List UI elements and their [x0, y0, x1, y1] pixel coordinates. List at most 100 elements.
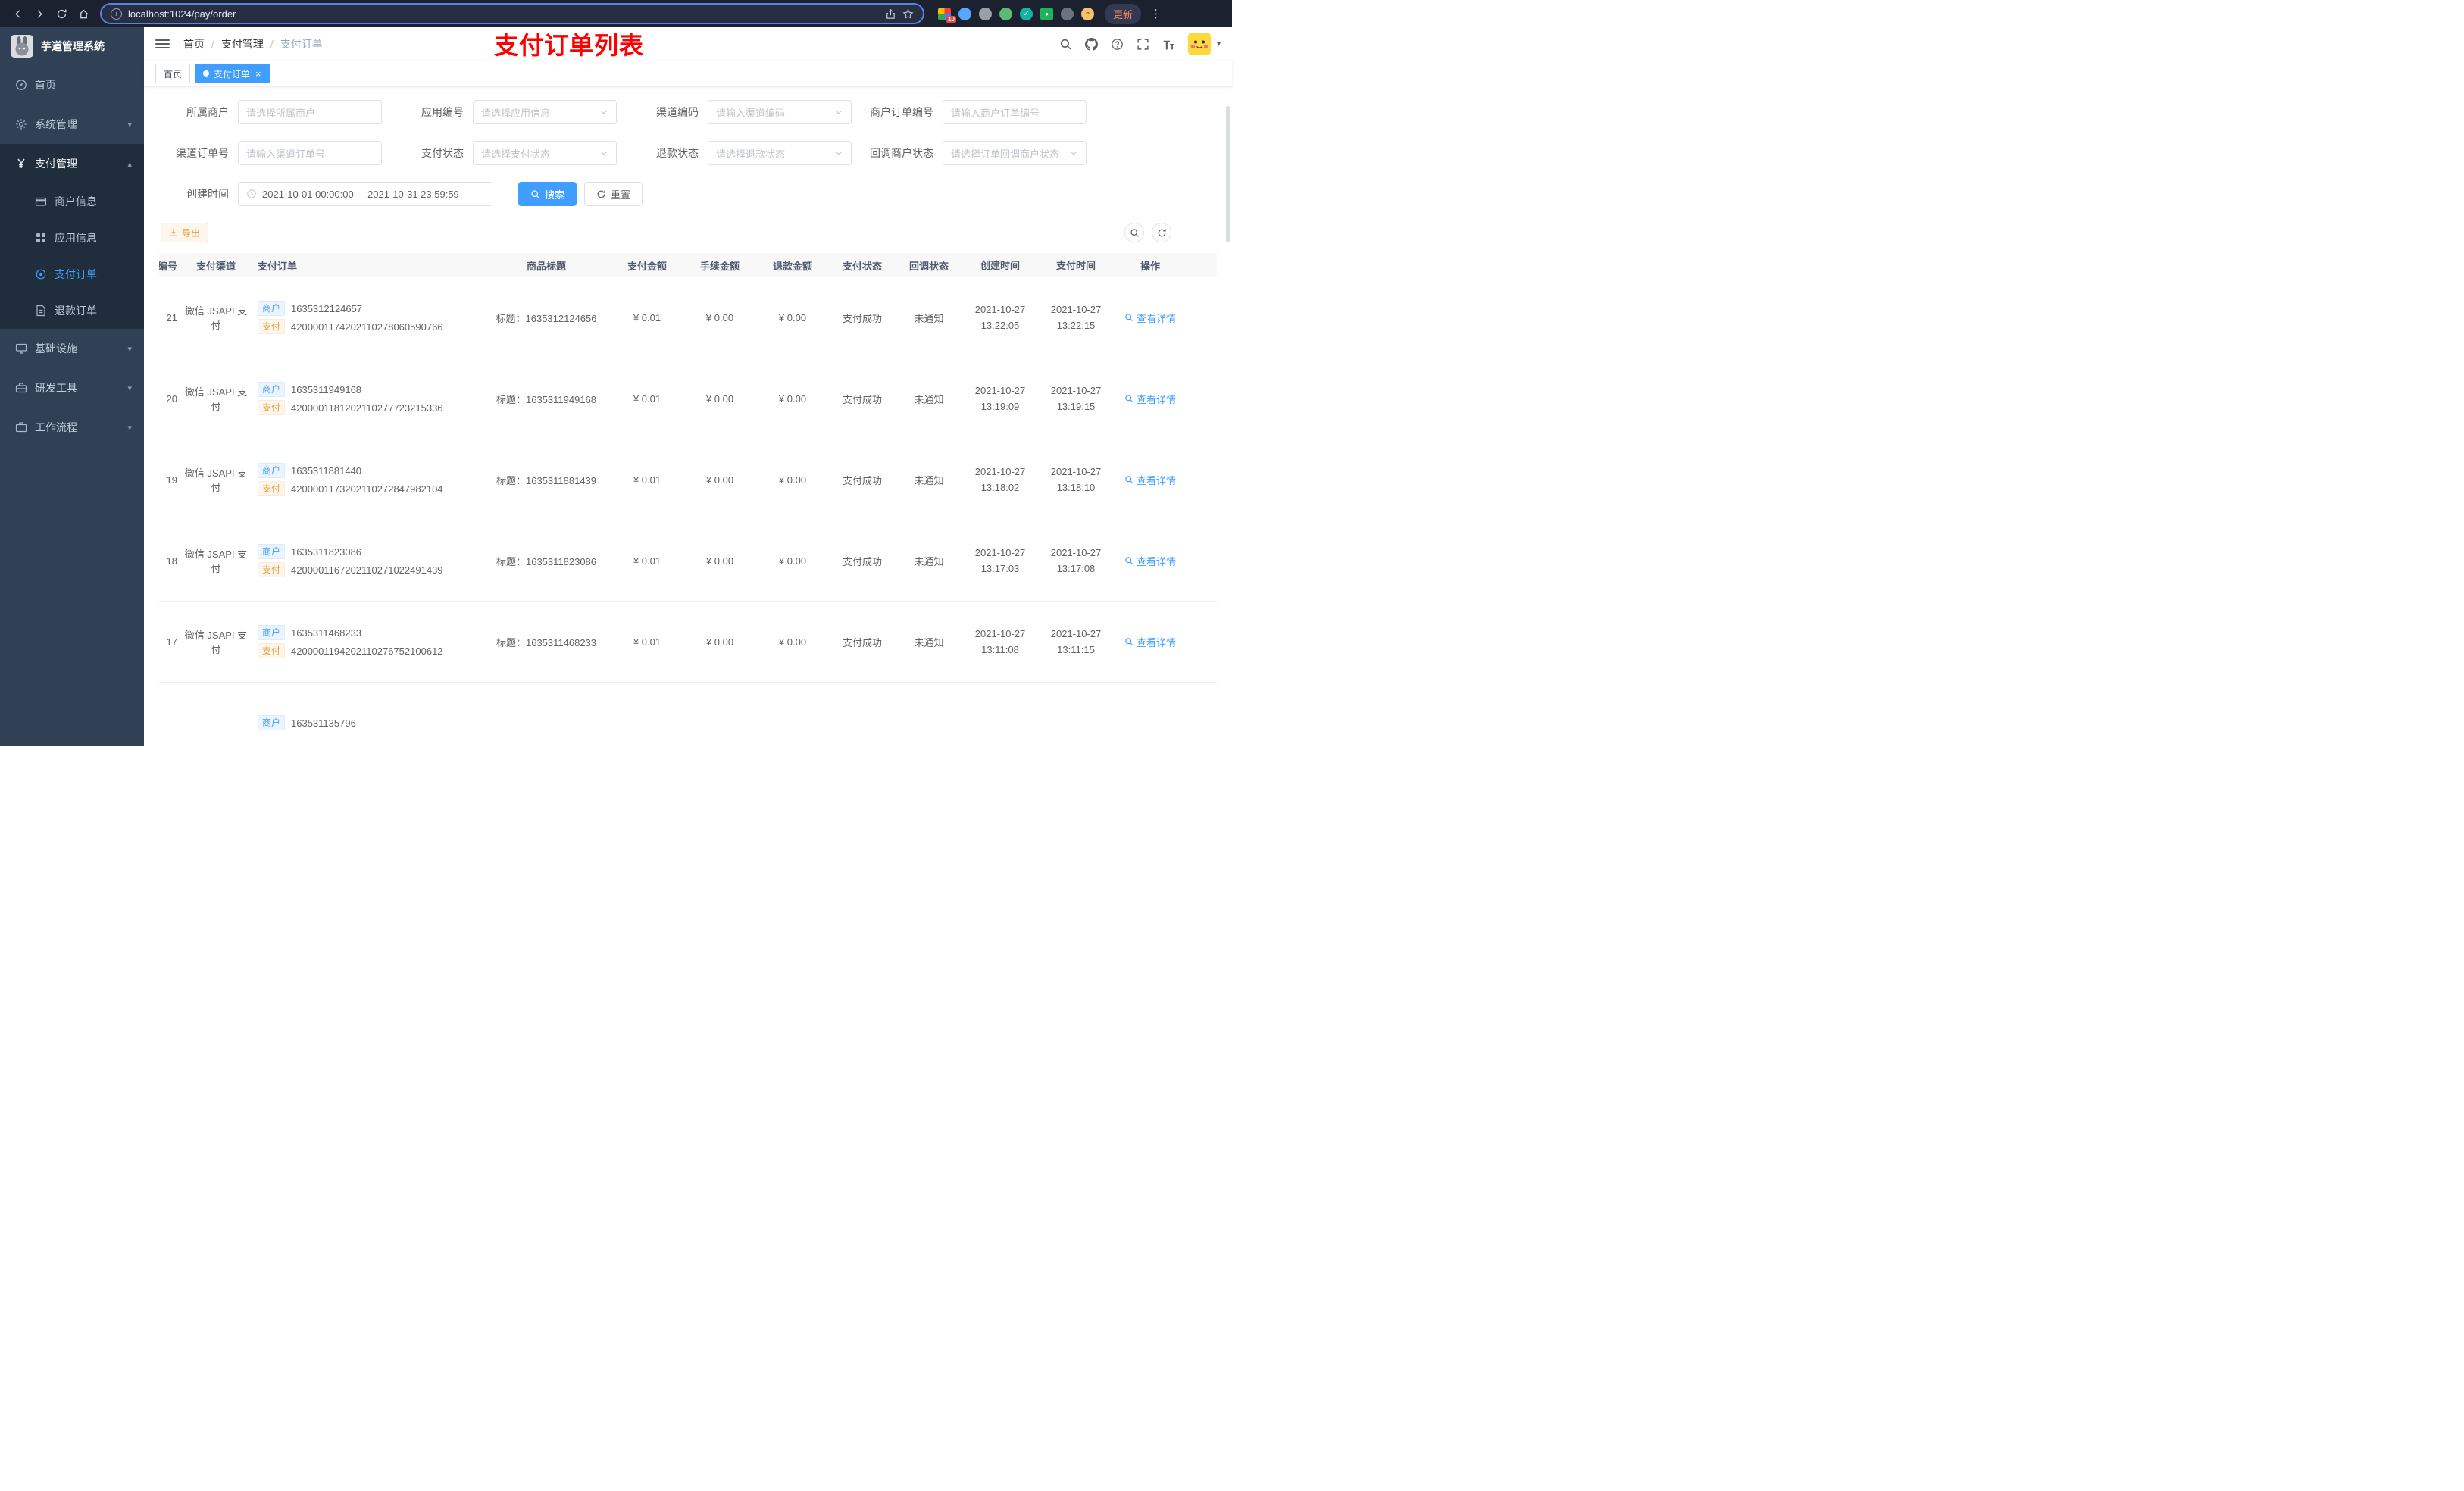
tab-pay-order[interactable]: 支付订单 ×	[195, 64, 270, 83]
refresh-icon	[56, 8, 67, 20]
order-number: 4200001174202110278060590766	[291, 320, 443, 333]
github-icon[interactable]	[1084, 37, 1098, 51]
merchant-tag: 商户	[258, 382, 286, 397]
column-header-11: 操作	[1140, 260, 1160, 272]
reset-button[interactable]: 重置	[584, 182, 643, 206]
active-tab-dot	[203, 70, 210, 77]
site-info-icon[interactable]: i	[111, 8, 122, 20]
sidebar-item-payment[interactable]: 支付管理 ▴	[0, 144, 144, 183]
cell-pay-channel: 微信 JSAPI 支付	[184, 305, 248, 331]
cell-pay-time: 2021-10-27 13:17:08	[1050, 547, 1102, 574]
chevron-down-icon	[1069, 148, 1078, 158]
pay-order-icon	[35, 268, 47, 280]
sidebar-item-app-info[interactable]: 应用信息	[0, 220, 144, 256]
face-extension-icon[interactable]: ᴖ	[1081, 7, 1094, 20]
browser-refresh-button[interactable]	[52, 4, 72, 24]
tab-home[interactable]: 首页	[155, 64, 191, 83]
browser-home-button[interactable]	[73, 4, 94, 24]
filter-label: 商户订单编号	[870, 106, 933, 118]
check-extension-icon[interactable]: ✓	[1020, 7, 1033, 20]
sidebar-item-merchant-info[interactable]: 商户信息	[0, 183, 144, 220]
cell-id: 18	[166, 555, 177, 567]
breadcrumb-item-pay-order: 支付订单	[280, 38, 323, 50]
help-icon[interactable]	[1111, 38, 1124, 51]
sidebar-item-system[interactable]: 系统管理 ▾	[0, 105, 144, 144]
address-bar[interactable]: i localhost:1024/pay/order	[100, 3, 924, 24]
browser-update-button[interactable]: 更新	[1105, 3, 1142, 24]
collapse-sidebar-icon[interactable]	[155, 39, 170, 48]
column-header-8: 回调状态	[908, 260, 949, 272]
app-no-select[interactable]: 请选择应用信息	[473, 100, 617, 124]
sidebar-item-pay-order[interactable]: 支付订单	[0, 256, 144, 292]
channel-code-select[interactable]: 请输入渠道编码	[708, 100, 852, 124]
gray-extension-icon[interactable]	[979, 7, 992, 20]
refund-status-select[interactable]: 请选择退款状态	[708, 141, 852, 165]
browser-back-button[interactable]	[8, 4, 28, 24]
scrollbar-thumb[interactable]	[1226, 106, 1230, 242]
callback-status-select[interactable]: 请选择订单回调商户状态	[943, 141, 1087, 165]
merchant-tag: 商户	[258, 301, 286, 316]
browser-forward-button[interactable]	[30, 4, 50, 24]
reset-button-label: 重置	[611, 189, 631, 201]
sidebar-item-workflow[interactable]: 工作流程 ▾	[0, 408, 144, 447]
pay-status-select[interactable]: 请选择支付状态	[473, 141, 617, 165]
export-button[interactable]: 导出	[161, 223, 209, 242]
search-icon[interactable]	[1059, 38, 1072, 51]
cell-pay-status: 支付成功	[842, 474, 882, 486]
order-number: 163531135796	[291, 717, 356, 729]
cell-pay-amount: ¥ 0.01	[633, 555, 661, 567]
view-magnifier-icon	[1124, 556, 1134, 565]
cell-callback-status: 未通知	[914, 636, 944, 649]
breadcrumb: 首页 / 支付管理 / 支付订单	[183, 36, 323, 52]
browser-menu-button[interactable]: ⋮	[1147, 7, 1165, 20]
placeholder-text: 请选择退款状态	[716, 148, 786, 160]
view-detail-link[interactable]: 查看详情	[1124, 473, 1176, 487]
pixel-extension-icon[interactable]: 10	[938, 7, 956, 23]
user-avatar[interactable]	[1187, 33, 1211, 55]
cell-pay-order: 商户 1635311881440 支付 42000011732021102728479…	[255, 460, 482, 499]
puzzle-extension-icon[interactable]	[1061, 7, 1074, 20]
chevron-down-icon	[834, 108, 843, 117]
breadcrumb-item-home[interactable]: 首页	[183, 36, 205, 52]
view-detail-link[interactable]: 查看详情	[1124, 392, 1176, 406]
order-number: 4200001194202110276752100612	[291, 645, 443, 657]
create-time-range-picker[interactable]: 2021-10-01 00:00:00 - 2021-10-31 23:59:5…	[238, 182, 492, 206]
fullscreen-icon[interactable]	[1137, 38, 1149, 51]
blue-drop-extension-icon[interactable]	[958, 7, 971, 20]
filter-owner-merchant: 所属商户 请选择所属商户	[159, 100, 382, 124]
chat-extension-icon[interactable]: ●	[1040, 7, 1053, 20]
view-detail-link[interactable]: 查看详情	[1124, 554, 1176, 568]
pay-tag: 支付	[258, 319, 286, 334]
owner-merchant-input[interactable]: 请选择所属商户	[238, 100, 382, 124]
sidebar-item-label: 支付订单	[55, 268, 97, 280]
close-tab-icon[interactable]: ×	[255, 68, 261, 80]
avatar-caret-down-icon[interactable]: ▾	[1217, 40, 1221, 48]
share-icon[interactable]	[885, 8, 896, 20]
home-icon	[78, 8, 89, 20]
view-detail-link[interactable]: 查看详情	[1124, 311, 1176, 325]
toggle-search-button[interactable]	[1124, 223, 1144, 242]
sidebar-item-refund-order[interactable]: 退款订单	[0, 292, 144, 329]
chevron-down-icon	[599, 108, 608, 117]
cell-pay-channel: 微信 JSAPI 支付	[184, 386, 248, 412]
sidebar-item-home[interactable]: 首页	[0, 65, 144, 105]
search-button[interactable]: 搜索	[518, 182, 577, 206]
bookmark-star-icon[interactable]	[902, 8, 914, 20]
refresh-table-button[interactable]	[1152, 223, 1171, 242]
chevron-down-icon: ▾	[127, 383, 132, 393]
merchant-order-no-input[interactable]: 请输入商户订单编号	[943, 100, 1087, 124]
green-extension-icon[interactable]	[999, 7, 1012, 20]
channel-order-no-input[interactable]: 请输入渠道订单号	[238, 141, 382, 165]
column-header-0: 编号	[159, 260, 177, 272]
sidebar-item-infrastructure[interactable]: 基础设施 ▾	[0, 329, 144, 368]
cell-product-title: 标题：1635311823086	[496, 555, 597, 567]
column-header-7: 支付状态	[842, 260, 882, 272]
filter-label: 创建时间	[186, 188, 229, 200]
cell-refund-amount: ¥ 0.00	[778, 636, 807, 648]
arrow-right-icon	[34, 8, 45, 20]
breadcrumb-item-payment[interactable]: 支付管理	[221, 36, 264, 52]
font-size-icon[interactable]	[1162, 38, 1175, 51]
cell-actions: 查看详情	[1114, 635, 1187, 649]
sidebar-item-dev-tools[interactable]: 研发工具 ▾	[0, 368, 144, 408]
view-detail-link[interactable]: 查看详情	[1124, 635, 1176, 649]
